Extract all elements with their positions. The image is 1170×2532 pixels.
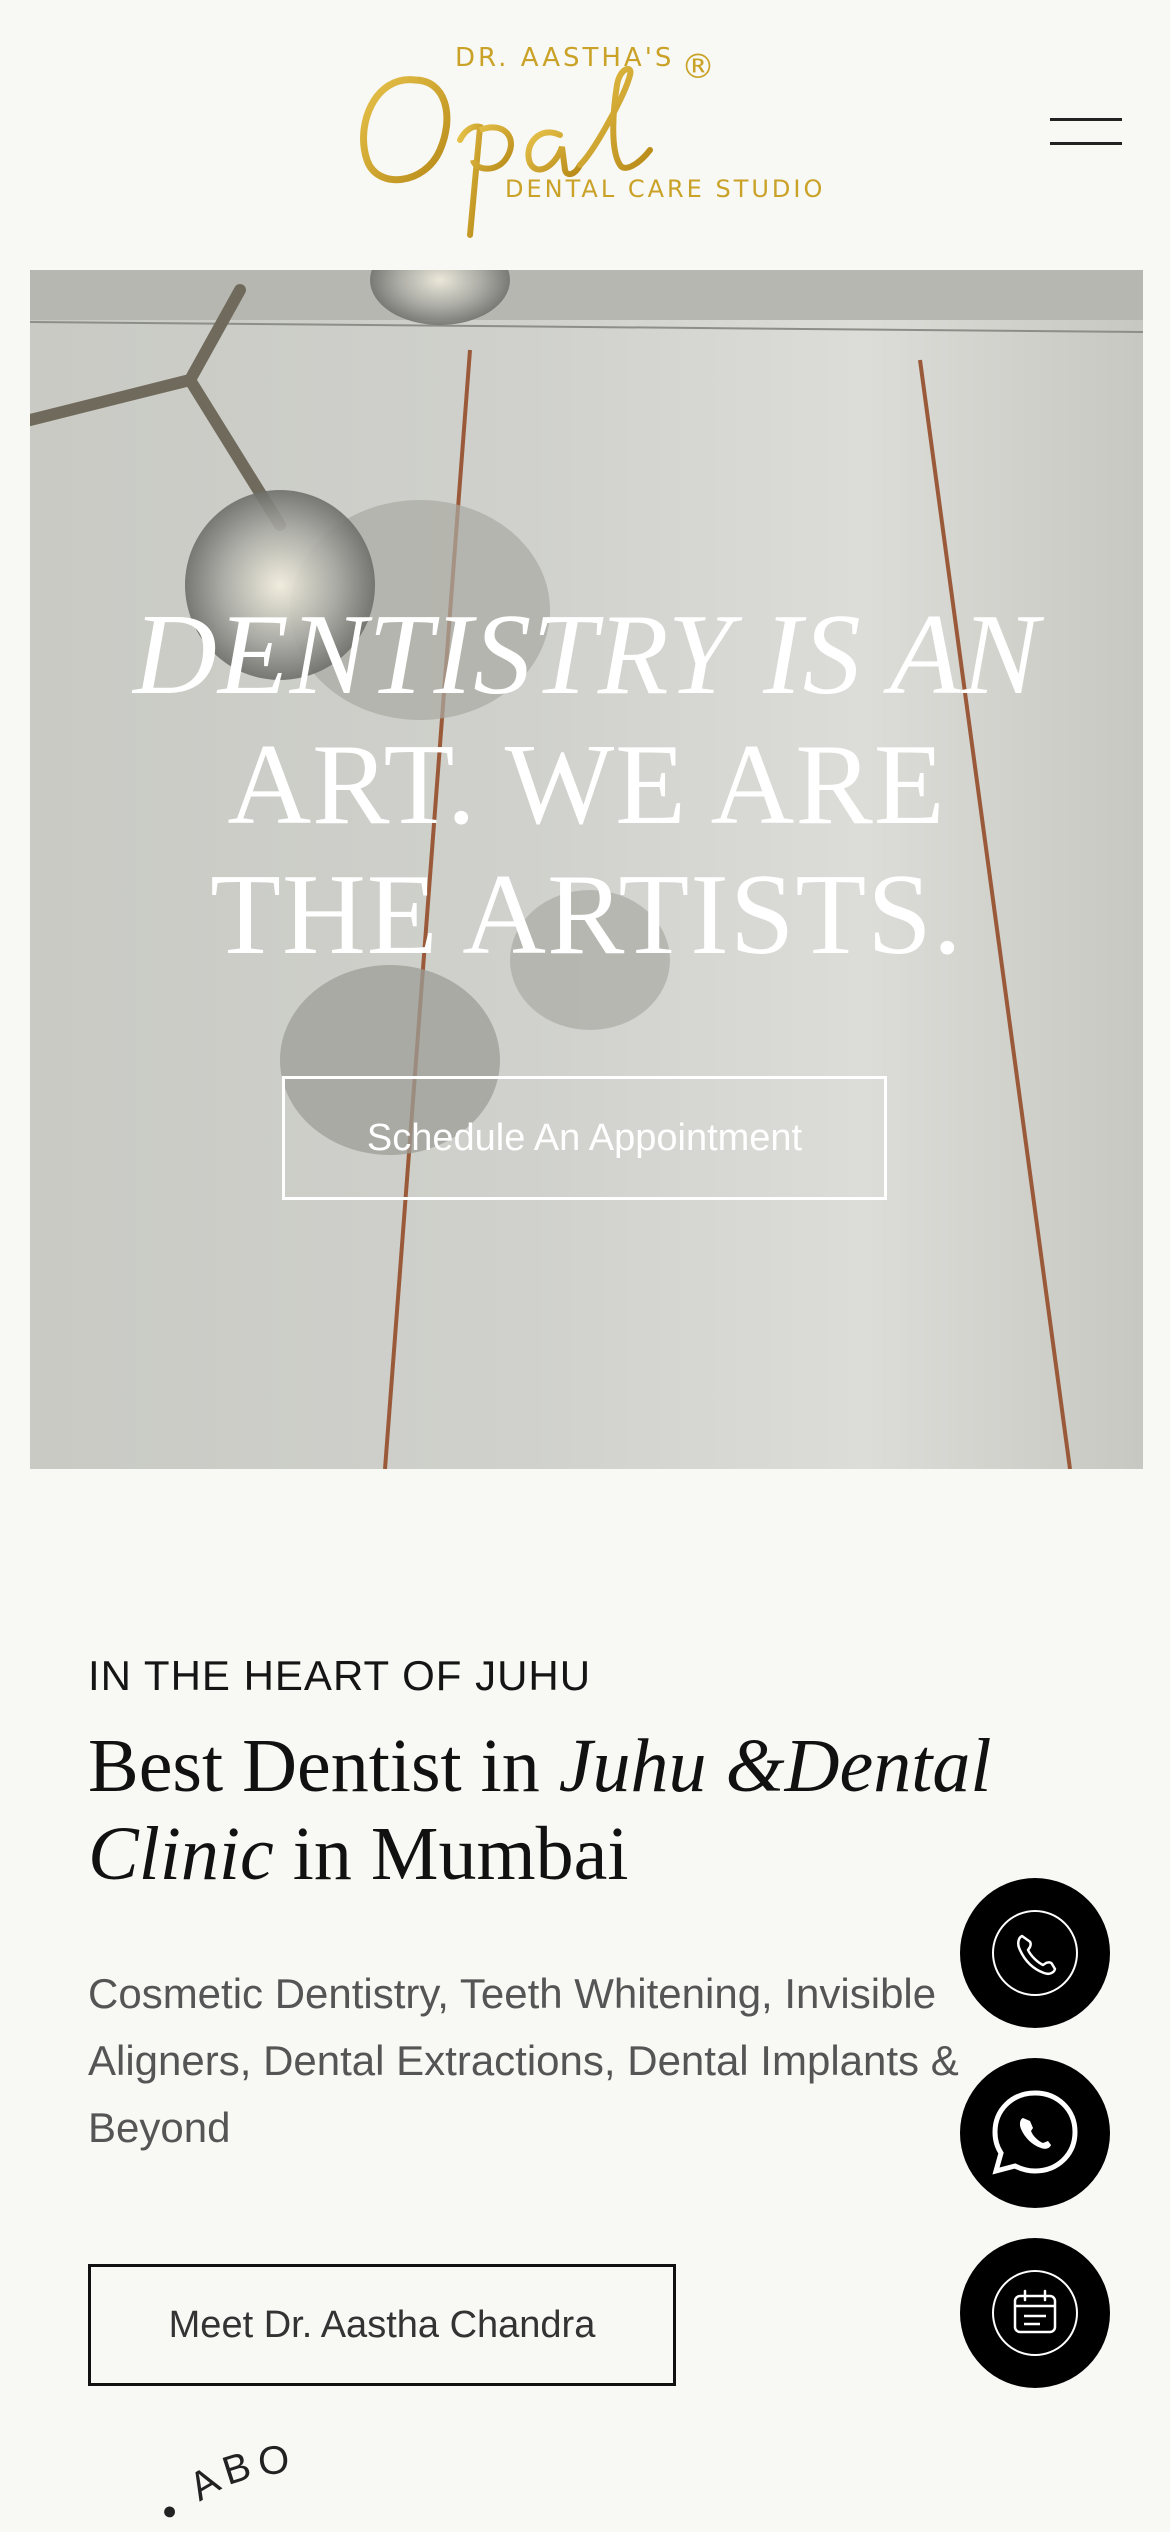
title-text-1: Best Dentist in (88, 1724, 559, 1808)
section-eyebrow: IN THE HEART OF JUHU (88, 1652, 592, 1699)
brand-logo[interactable]: DR. AASTHA'S ® DENTAL CARE STUDIO (355, 35, 822, 238)
hero-headline-line2: ART. WE ARE (227, 721, 946, 849)
hero-headline-line3: THE ARTISTS. (210, 851, 963, 979)
section-description: Cosmetic Dentistry, Teeth Whitening, Inv… (88, 1970, 959, 2151)
book-appointment-fab[interactable] (960, 2238, 1110, 2388)
hero-section: DENTISTRY IS AN ART. WE ARE THE ARTISTS.… (30, 270, 1143, 1469)
phone-icon (992, 1910, 1078, 1996)
whatsapp-icon (992, 2090, 1078, 2175)
hero-headline-line1: DENTISTRY IS AN (133, 591, 1040, 719)
title-italic-1: Juhu &Dental (558, 1724, 992, 1808)
whatsapp-button[interactable] (960, 2058, 1110, 2208)
title-italic-2: Clinic (88, 1812, 274, 1896)
meet-doctor-button[interactable]: Meet Dr. Aastha Chandra (88, 2264, 676, 2386)
circular-badge-text: ME • ABO (120, 2440, 291, 2532)
logo-registered-mark: ® (681, 47, 715, 87)
logo-wordmark-graphic (360, 66, 653, 238)
calendar-icon (992, 2270, 1078, 2356)
hero-headline: DENTISTRY IS AN ART. WE ARE THE ARTISTS. (30, 590, 1143, 980)
svg-text:ME • ABO: ME • ABO (120, 2440, 297, 2532)
title-text-2: in Mumbai (273, 1812, 629, 1896)
site-header: DR. AASTHA'S ® DENTAL CARE STUDIO (0, 0, 1170, 270)
logo-subtitle: DENTAL CARE STUDIO (505, 175, 826, 203)
circular-about-badge[interactable]: ME • ABO (120, 2440, 440, 2532)
call-button[interactable] (960, 1878, 1110, 2028)
section-title: Best Dentist in Juhu &Dental Clinic in M… (88, 1722, 1068, 1898)
schedule-appointment-button[interactable]: Schedule An Appointment (282, 1076, 887, 1200)
hamburger-menu-icon[interactable] (1050, 118, 1125, 148)
logo-prefix: DR. AASTHA'S (455, 43, 675, 73)
